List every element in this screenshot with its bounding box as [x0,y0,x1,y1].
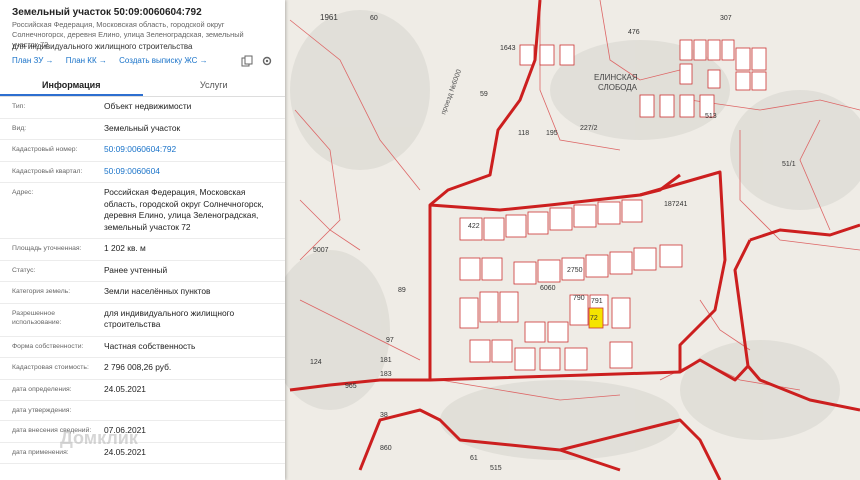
info-row-label: Разрешенное использование: [12,309,62,326]
info-row-label: Вид: [12,124,27,132]
panel-tabs: Информация Услуги [0,74,285,97]
action-links: План ЗУ → План КК → Создать выписку ЖС → [12,56,218,65]
info-row-label: Кадастровый номер: [12,146,78,153]
svg-text:60: 60 [370,15,378,22]
svg-text:307: 307 [720,15,732,22]
svg-text:СЛОБОДА: СЛОБОДА [598,83,638,92]
copy-icon[interactable] [241,54,253,67]
svg-text:860: 860 [380,445,392,452]
svg-text:187241: 187241 [664,201,687,208]
svg-text:181: 181 [380,357,392,364]
info-row: Кадастровая стоимость: 2 796 008,26 руб. [0,358,285,380]
svg-text:1961: 1961 [320,13,338,22]
parcel-purpose: для индивидуального жилищного строительс… [12,42,193,51]
svg-text:38: 38 [380,412,388,419]
info-row-label: Статус: [12,266,36,274]
info-row-value: Объект недвижимости [104,101,192,111]
info-row-value: Земли населённых пунктов [104,286,211,296]
info-row-value: Земельный участок [104,122,181,133]
svg-text:791: 791 [591,298,603,305]
svg-text:790: 790 [573,295,585,302]
info-row-value: для индивидуального жилищного строительс… [104,307,235,330]
info-row-label: Форма собственности: [12,342,84,350]
info-row-value: Российская Федерация, Московская область… [104,187,264,232]
info-row-label: Кадастровая стоимость: [12,364,89,371]
info-rows: Тип: Объект недвижимости Вид: Земельный уча… [0,97,285,464]
create-extract-link[interactable]: Создать выписку ЖС → [119,56,208,65]
place-label: ЕЛИНСКАЯ [594,73,638,82]
info-row-value [104,405,273,415]
info-row-value: 1 202 кв. м [104,243,146,253]
info-row-label: Тип: [12,103,26,110]
svg-text:51/1: 51/1 [782,161,796,168]
info-row: Тип: Объект недвижимости [0,97,285,119]
watermark: Домклик [60,428,138,448]
svg-text:1643: 1643 [500,45,516,52]
info-row-label: Категория земель: [12,288,71,295]
tab-information[interactable]: Информация [0,74,143,96]
svg-text:97: 97 [386,337,394,344]
svg-text:515: 515 [490,465,502,472]
svg-text:5007: 5007 [313,247,329,254]
info-row-label: дата утверждения: [12,407,72,414]
svg-text:89: 89 [398,287,406,294]
settings-icon[interactable] [261,54,273,66]
svg-text:195: 195 [546,130,558,137]
info-row: Площадь уточненная: 1 202 кв. м [0,239,285,261]
parcel-title: Земельный участок 50:09:0060604:792 [12,7,202,18]
svg-text:513: 513 [705,113,717,120]
tab-services[interactable]: Услуги [143,74,286,96]
info-row-label: Площадь уточненная: [12,245,82,252]
svg-text:61: 61 [470,455,478,462]
svg-text:965: 965 [345,383,357,390]
info-row: Форма собственности: Частная собственност… [0,337,285,358]
info-row: дата определения: 24.05.2021 [0,380,285,401]
info-row: Адрес: Российская Федерация, Московская о… [0,183,285,239]
info-row-label: Адрес: [12,189,34,196]
info-row: Разрешенное использование: для индивидуал… [0,304,285,337]
info-row-value: 2 796 008,26 руб. [104,362,172,372]
info-panel: Земельный участок 50:09:0060604:792 Росс… [0,0,285,480]
plan-kk-link[interactable]: План КК → [66,56,107,65]
info-row-label: Кадастровый квартал: [12,167,83,175]
info-row: Статус: Ранее учтенный [0,261,285,282]
svg-text:6060: 6060 [540,285,556,292]
info-row-value[interactable]: 50:09:0060604 [104,166,273,178]
info-row-label: дата определения: [12,385,72,393]
svg-text:124: 124 [310,359,322,366]
svg-text:422: 422 [468,223,480,230]
info-row-value: 24.05.2021 [104,383,146,394]
svg-text:227/2: 227/2 [580,125,598,132]
svg-text:476: 476 [628,29,640,36]
info-row: Категория земель: Земли населённых пункто… [0,282,285,304]
svg-text:2750: 2750 [567,267,583,274]
plan-zu-link[interactable]: План ЗУ → [12,56,54,65]
info-row-value: Ранее учтенный [104,264,168,275]
info-row: Вид: Земельный участок [0,119,285,140]
info-row-value: Частная собственность [104,340,196,351]
info-row-value[interactable]: 50:09:0060604:792 [104,144,273,156]
info-row: дата утверждения: [0,401,285,421]
svg-text:183: 183 [380,371,392,378]
info-row: дата внесения сведений: 07.06.2021 [0,421,285,443]
info-row: Кадастровый номер: 50:09:0060604:792 [0,140,285,162]
info-row: дата применения: 24.05.2021 [0,443,285,464]
svg-text:72: 72 [590,315,598,322]
svg-text:59: 59 [480,91,488,98]
svg-text:118: 118 [518,130,529,137]
info-row: Кадастровый квартал: 50:09:0060604 [0,162,285,183]
